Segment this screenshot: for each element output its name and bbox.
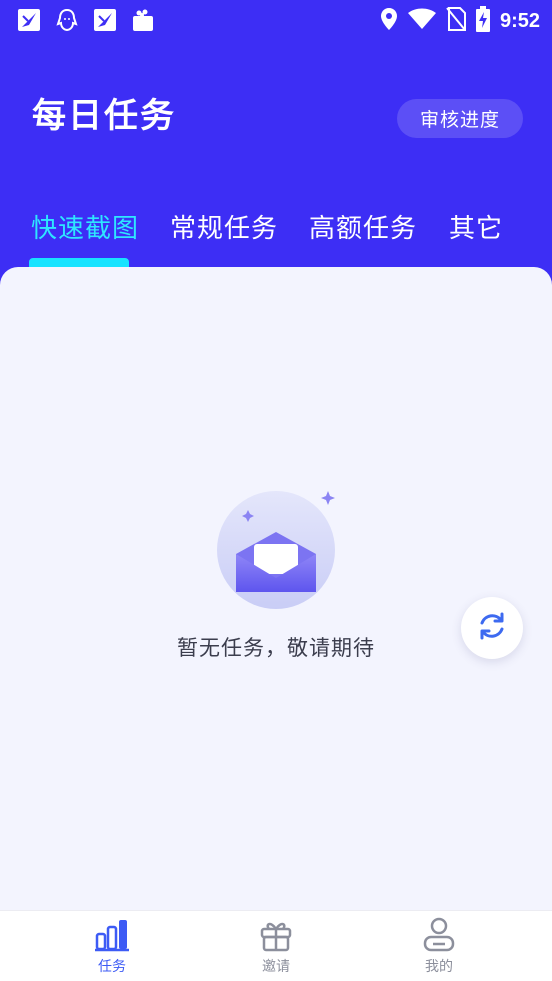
status-right-icons: 9:52 [380, 6, 540, 36]
nav-label: 任务 [98, 959, 126, 975]
tab-regular-tasks[interactable]: 常规任务 [170, 208, 278, 245]
tab-high-value-tasks[interactable]: 高额任务 [309, 208, 417, 245]
nav-profile[interactable]: 我的 [384, 911, 494, 981]
refresh-icon [477, 611, 507, 645]
tab-quick-screenshot[interactable]: 快速截图 [31, 208, 139, 245]
review-progress-button[interactable]: 审核进度 [397, 99, 523, 138]
app-notification-icon [92, 7, 118, 33]
tab-other[interactable]: 其它 [449, 208, 503, 245]
nav-label: 邀请 [262, 959, 290, 975]
bag-icon [130, 7, 156, 33]
battery-charging-icon [475, 6, 490, 36]
status-left-icons [16, 7, 156, 33]
no-sim-icon [446, 7, 466, 35]
wifi-icon [407, 8, 436, 34]
gift-icon [257, 916, 295, 954]
location-icon [380, 7, 398, 35]
profile-icon [420, 916, 458, 954]
app-notification-icon [16, 7, 42, 33]
chart-bars-icon [93, 916, 131, 954]
qq-icon [54, 7, 80, 33]
page-title: 每日任务 [32, 96, 176, 136]
nav-tasks[interactable]: 任务 [57, 911, 167, 981]
bottom-navigation: 任务 邀请 我的 [0, 910, 552, 981]
status-time: 9:52 [499, 9, 540, 32]
empty-envelope-icon [210, 474, 350, 614]
task-tabs: 快速截图 常规任务 高额任务 其它 [0, 208, 552, 270]
nav-invite[interactable]: 邀请 [221, 911, 331, 981]
task-list-panel: 暂无任务，敬请期待 [0, 267, 552, 910]
refresh-button[interactable] [461, 597, 523, 659]
status-bar: 9:52 [0, 0, 552, 40]
nav-label: 我的 [425, 959, 453, 975]
